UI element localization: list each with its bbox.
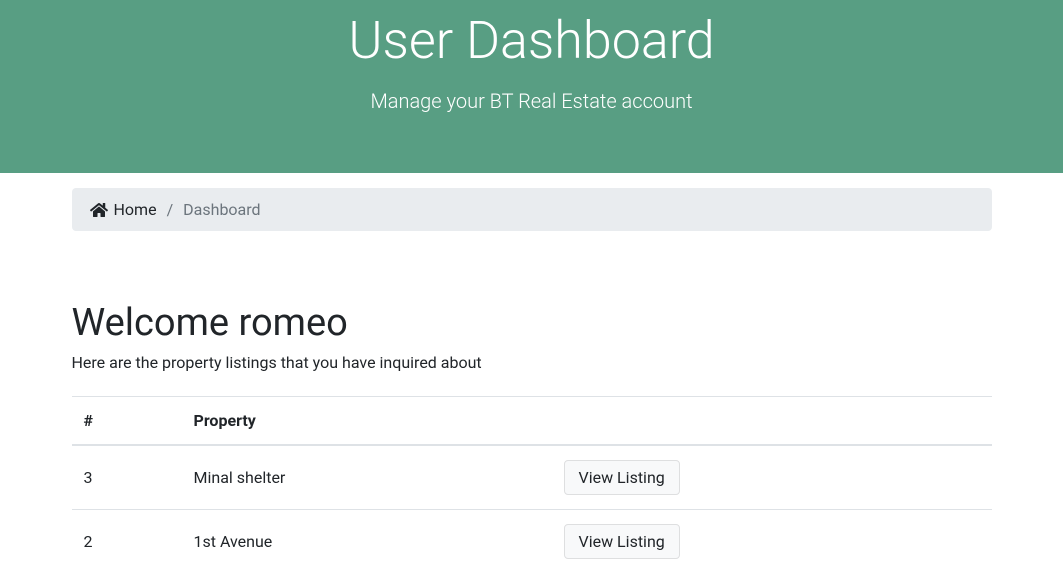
inquiries-table: # Property 3 Minal shelter View Listing … xyxy=(72,396,992,573)
table-header-property: Property xyxy=(182,397,552,446)
table-header-action xyxy=(552,397,992,446)
row-id: 2 xyxy=(72,510,182,573)
welcome-lead: Here are the property listings that you … xyxy=(72,353,992,372)
page-subtitle: Manage your BT Real Estate account xyxy=(0,89,1063,113)
view-listing-button[interactable]: View Listing xyxy=(564,460,680,495)
view-listing-button[interactable]: View Listing xyxy=(564,524,680,559)
hero-banner: User Dashboard Manage your BT Real Estat… xyxy=(0,0,1063,173)
breadcrumb: Home / Dashboard xyxy=(72,188,992,231)
home-icon xyxy=(90,202,108,218)
breadcrumb-current: Dashboard xyxy=(183,200,260,219)
main-content: Welcome romeo Here are the property list… xyxy=(72,301,992,573)
breadcrumb-home-link[interactable]: Home xyxy=(90,200,157,219)
welcome-heading: Welcome romeo xyxy=(72,301,992,345)
row-property: 1st Avenue xyxy=(182,510,552,573)
table-header-id: # xyxy=(72,397,182,446)
table-row: 2 1st Avenue View Listing xyxy=(72,510,992,573)
row-action: View Listing xyxy=(552,445,992,510)
table-row: 3 Minal shelter View Listing xyxy=(72,445,992,510)
row-id: 3 xyxy=(72,445,182,510)
breadcrumb-separator: / xyxy=(167,200,174,219)
breadcrumb-home-label: Home xyxy=(114,200,157,219)
row-property: Minal shelter xyxy=(182,445,552,510)
row-action: View Listing xyxy=(552,510,992,573)
page-title: User Dashboard xyxy=(0,10,1063,71)
